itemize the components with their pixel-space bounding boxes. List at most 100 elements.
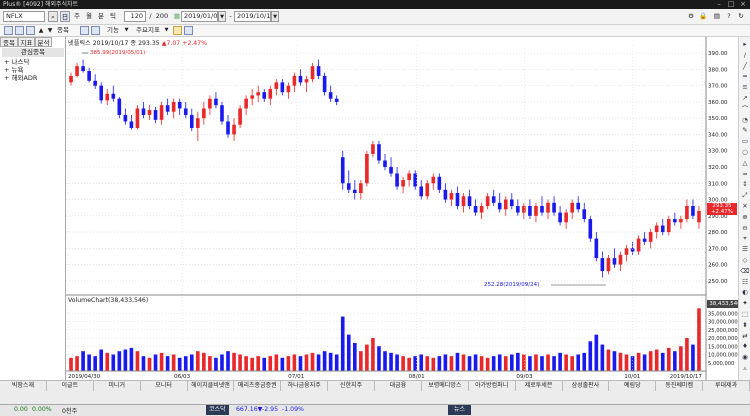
line-icon[interactable]: / [740, 50, 750, 60]
volume-bar [123, 349, 128, 371]
price-tick-label: 320.00 [708, 165, 728, 171]
date-from-input[interactable]: 2019/01/03 [181, 11, 221, 22]
expand-icon[interactable]: + [4, 58, 12, 66]
arc-icon[interactable]: ⌒ [740, 104, 750, 114]
pointer-icon[interactable]: ▸ [740, 39, 750, 49]
tab-indicator[interactable]: 지표 [18, 37, 35, 47]
bottom-tab[interactable]: 미니거 [94, 381, 141, 391]
delete-icon[interactable]: ✕ [740, 201, 750, 211]
select-icon[interactable]: ⬚ [740, 309, 750, 319]
bottom-tab[interactable]: 메리츠종금증권 [234, 381, 282, 391]
bottom-tab[interactable]: 동진쎄미켐 [656, 381, 704, 391]
stock-chart[interactable]: 390.00 380.00 370.00 360.00 350.00 340.00 330.… [66, 37, 750, 380]
pie-icon[interactable]: ◔ [740, 115, 750, 125]
bottom-tab[interactable]: 아가방컴퍼니 [469, 381, 516, 391]
count-input[interactable]: 120 [124, 11, 146, 22]
candle-view-icon[interactable] [26, 26, 35, 35]
tree-item-adr[interactable]: + 해외ADR [4, 74, 37, 82]
bottom-tab[interactable]: 모니터 [141, 381, 188, 391]
chart-area[interactable]: 390.00 380.00 370.00 360.00 350.00 340.00 330.… [66, 37, 750, 380]
bottom-tab[interactable]: 예림당 [609, 381, 657, 391]
erase-icon[interactable]: ⌫ [740, 266, 750, 276]
down-arrow-icon[interactable]: ▼ [46, 25, 54, 36]
period-tick-button[interactable]: 틱 [108, 11, 118, 22]
save-icon[interactable] [184, 26, 193, 35]
index-name[interactable]: 코스닥 [206, 405, 229, 415]
function-dropdown-icon[interactable]: ▼ [123, 25, 130, 36]
bottom-tab[interactable]: 삼성출판사 [563, 381, 610, 391]
grid-icon[interactable]: ☷ [740, 277, 750, 287]
split-icon[interactable]: ⬍ [740, 320, 750, 330]
diamond-icon[interactable]: ◇ [740, 255, 750, 265]
star-icon[interactable]: ✦ [740, 298, 750, 308]
bottom-tab[interactable]: 보령메디앙스 [422, 381, 469, 391]
date-to-input[interactable]: 2019/10/17 [234, 11, 274, 22]
circle-icon[interactable]: ○ [740, 147, 750, 157]
lock-icon[interactable]: 🔒 [698, 11, 708, 22]
print-icon[interactable]: ▤ [712, 11, 722, 22]
period-week-button[interactable]: 주 [72, 11, 82, 22]
swap-icon[interactable]: ⇄ [740, 331, 750, 341]
expand-icon[interactable]: + [4, 66, 12, 74]
minimize-icon[interactable]: – [714, 0, 724, 9]
settings-icon[interactable]: ⚙ [686, 11, 696, 22]
date-from-dropdown-icon[interactable]: ▼ [218, 11, 226, 22]
line-view-icon[interactable] [15, 26, 24, 35]
period-month-button[interactable]: 월 [84, 11, 94, 22]
vline-icon[interactable]: ↕ [740, 179, 750, 189]
period-minute-button[interactable]: 분 [96, 11, 106, 22]
pen-icon[interactable]: ✎ [740, 125, 750, 135]
maximize-icon[interactable]: □ [726, 0, 736, 9]
channel-icon[interactable]: ≡ [740, 82, 750, 92]
folder-icon[interactable] [173, 26, 182, 35]
zoom-minus-icon[interactable]: ⊖ [740, 223, 750, 233]
price-tag-pct: +2.47% [710, 209, 734, 215]
marker-icon[interactable]: ♦ [740, 341, 750, 351]
volume-bar [310, 352, 315, 371]
rect-icon[interactable]: ▭ [740, 136, 750, 146]
resize-icon[interactable]: ⤢ [740, 190, 750, 200]
tab-analysis[interactable]: 분석 [35, 37, 52, 47]
wave-icon[interactable]: ≈ [740, 169, 750, 179]
bottom-tab[interactable]: 제로투세븐 [516, 381, 563, 391]
hline-icon[interactable]: ═ [740, 71, 750, 81]
bottom-tab[interactable]: 신한지주 [328, 381, 375, 391]
tab-stock[interactable]: 종목 [0, 37, 18, 47]
period-day-button[interactable]: 日 [60, 11, 70, 22]
grid-view-icon[interactable] [4, 26, 13, 35]
stock-label[interactable]: 종목 [55, 25, 71, 36]
bottom-tab[interactable]: 하나금융지주 [281, 381, 329, 391]
refresh-icon[interactable]: ↻ [736, 11, 746, 22]
trendline-icon[interactable]: ╱ [740, 61, 750, 71]
indicator-dropdown-icon[interactable]: ▼ [163, 25, 170, 36]
arrow-icon[interactable]: ↗ [740, 93, 750, 103]
menu-icon[interactable]: ☰ [740, 244, 750, 254]
expand-icon[interactable]: + [4, 74, 12, 82]
volume-bar [189, 354, 194, 371]
tree-item-nasdaq[interactable]: + 나스닥 [4, 58, 29, 66]
date-to-dropdown-icon[interactable]: ▼ [271, 11, 279, 22]
help-icon[interactable]: ? [724, 11, 734, 22]
half-icon[interactable]: ◐ [740, 287, 750, 297]
zoom-out-icon[interactable] [91, 26, 100, 35]
bottom-tab[interactable]: 대금융 [375, 381, 422, 391]
tree-item-nyse[interactable]: + 뉴욕 [4, 66, 23, 74]
triangle-icon[interactable]: △ [740, 158, 750, 168]
bottom-tab[interactable]: 이글트 [47, 381, 94, 391]
flag-icon[interactable]: ▵ [740, 363, 750, 373]
news-button[interactable]: 뉴스 [448, 405, 472, 415]
target-icon[interactable]: ◉ [740, 352, 750, 362]
function-menu[interactable]: 기능 [104, 25, 122, 36]
candle-body [165, 105, 170, 112]
crosshair-icon[interactable]: ⌖ [740, 233, 750, 243]
symbol-input[interactable]: NFLX [3, 11, 45, 22]
indicator-menu[interactable]: 주요지표 [133, 25, 163, 36]
zoom-in-icon[interactable] [80, 26, 89, 35]
bottom-tab[interactable]: 빅팜스재 [0, 381, 47, 391]
up-arrow-icon[interactable]: ▲ [37, 25, 45, 36]
close-icon[interactable]: × [738, 0, 748, 9]
bottom-tab[interactable]: 헤이치클비넷앤 [188, 381, 235, 391]
zoom-plus-icon[interactable]: ⊕ [740, 212, 750, 222]
search-icon[interactable]: ⌕ [48, 11, 58, 22]
bottom-tab[interactable]: 루대제과 [703, 381, 750, 391]
